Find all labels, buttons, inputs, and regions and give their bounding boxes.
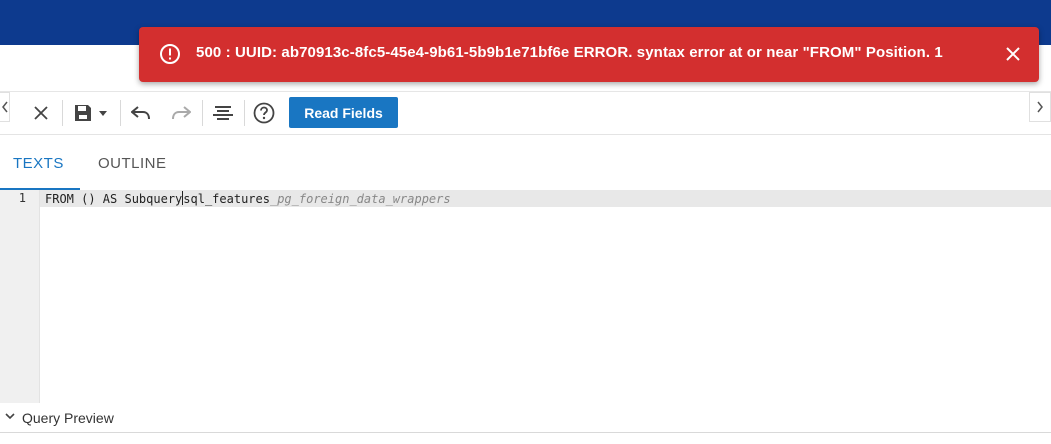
editor-tabs: TEXTS OUTLINE xyxy=(0,136,1051,190)
code-line[interactable]: FROM () AS Subquerysql_features_pg_forei… xyxy=(45,191,451,206)
autocomplete-ghost-text: _pg_foreign_data_wrappers xyxy=(269,192,451,206)
query-preview-label: Query Preview xyxy=(22,410,114,426)
toolbar-divider xyxy=(62,100,63,126)
close-button[interactable] xyxy=(28,98,54,128)
format-button[interactable] xyxy=(210,98,236,128)
toolbar-divider xyxy=(120,100,121,126)
tab-outline[interactable]: OUTLINE xyxy=(98,155,167,172)
toolbar-divider xyxy=(244,100,245,126)
redo-icon xyxy=(172,106,191,120)
close-icon xyxy=(34,106,48,120)
error-toast: 500 : UUID: ab70913c-8fc5-45e4-9b61-5b9b… xyxy=(139,27,1039,82)
sql-editor[interactable]: 1 FROM () AS Subquerysql_features_pg_for… xyxy=(0,190,1051,403)
error-message: 500 : UUID: ab70913c-8fc5-45e4-9b61-5b9b… xyxy=(196,44,943,61)
help-icon xyxy=(253,102,275,124)
save-options-dropdown[interactable] xyxy=(96,98,110,128)
page: Read Fields TEXTS OUTLINE 1 FROM () AS S… xyxy=(0,0,1051,444)
save-icon xyxy=(75,105,91,121)
save-button[interactable] xyxy=(70,98,96,128)
tab-texts[interactable]: TEXTS xyxy=(13,155,64,172)
redo-button[interactable] xyxy=(168,98,194,128)
undo-icon xyxy=(131,106,150,120)
error-icon xyxy=(160,44,180,64)
read-fields-button[interactable]: Read Fields xyxy=(289,97,398,128)
line-number: 1 xyxy=(18,191,26,205)
query-preview-toggle[interactable]: Query Preview xyxy=(0,403,1051,433)
format-icon xyxy=(213,106,233,120)
close-icon[interactable] xyxy=(1005,46,1021,62)
help-button[interactable] xyxy=(251,98,277,128)
code-text-after-caret: sql_features xyxy=(183,192,270,206)
editor-toolbar: Read Fields xyxy=(0,92,1051,135)
dropdown-caret-icon xyxy=(99,110,107,116)
toolbar-divider xyxy=(202,100,203,126)
line-number-gutter: 1 xyxy=(0,190,40,403)
code-text: FROM () AS Subquery xyxy=(45,192,183,206)
chevron-down-icon xyxy=(5,413,15,420)
undo-button[interactable] xyxy=(128,98,154,128)
